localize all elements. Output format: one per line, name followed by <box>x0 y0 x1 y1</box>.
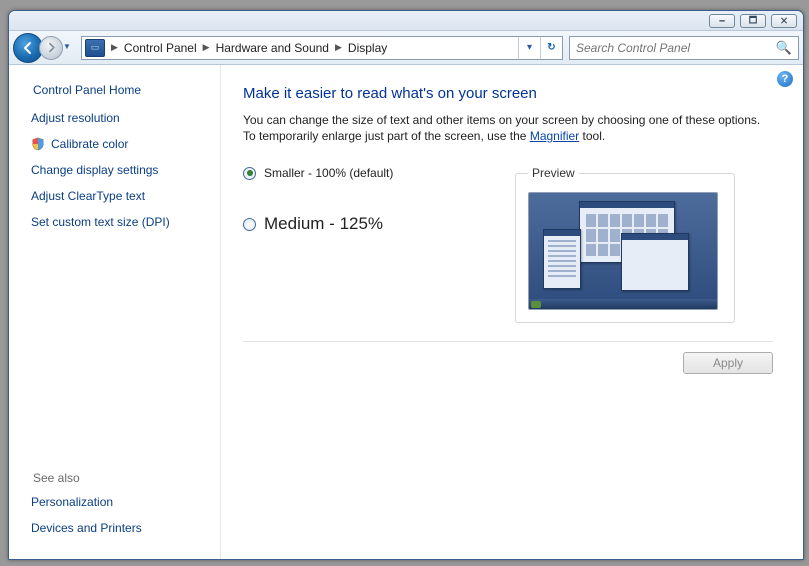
address-bar[interactable]: ▭ ▶ Control Panel ▶ Hardware and Sound ▶… <box>81 36 563 60</box>
history-dropdown[interactable]: ▼ <box>63 42 73 54</box>
forward-button[interactable] <box>39 36 63 60</box>
sidebar-link-custom-dpi[interactable]: Set custom text size (DPI) <box>31 215 204 229</box>
sidebar-link-cleartype[interactable]: Adjust ClearType text <box>31 189 204 203</box>
radio-label: Medium - 125% <box>264 214 383 234</box>
sidebar-link-adjust-resolution[interactable]: Adjust resolution <box>31 111 204 125</box>
magnifier-link[interactable]: Magnifier <box>530 129 579 143</box>
chevron-right-icon: ▶ <box>105 42 124 53</box>
maximize-button[interactable]: 🗖 <box>740 14 766 28</box>
control-panel-icon: ▭ <box>85 39 105 57</box>
see-also-personalization[interactable]: Personalization <box>31 495 204 509</box>
sidebar-home-link[interactable]: Control Panel Home <box>33 83 204 97</box>
sidebar: Control Panel Home Adjust resolution Cal… <box>9 65 221 559</box>
radio-icon <box>243 218 256 231</box>
search-input[interactable] <box>576 41 776 55</box>
radio-icon <box>243 167 256 180</box>
preview-image <box>528 192 718 310</box>
chevron-right-icon: ▶ <box>329 42 348 53</box>
refresh-button[interactable]: ↻ <box>540 37 562 59</box>
description: You can change the size of text and othe… <box>243 112 773 144</box>
control-panel-window: 🗕 🗖 🗙 ▼ ▭ ▶ Control Panel ▶ Hardware and… <box>8 10 804 560</box>
chevron-right-icon: ▶ <box>197 42 216 53</box>
preview-legend: Preview <box>528 166 579 180</box>
navbar: ▼ ▭ ▶ Control Panel ▶ Hardware and Sound… <box>9 31 803 65</box>
page-title: Make it easier to read what's on your sc… <box>243 85 773 102</box>
titlebar: 🗕 🗖 🗙 <box>9 11 803 31</box>
breadcrumb-mid[interactable]: Hardware and Sound <box>216 41 329 55</box>
radio-option-smaller[interactable]: Smaller - 100% (default) <box>243 166 513 180</box>
sidebar-link-change-display[interactable]: Change display settings <box>31 163 204 177</box>
separator <box>243 341 773 342</box>
help-icon[interactable]: ? <box>777 71 793 87</box>
see-also-heading: See also <box>33 471 204 485</box>
main-content: ? Make it easier to read what's on your … <box>221 65 803 559</box>
radio-option-medium[interactable]: Medium - 125% <box>243 214 513 234</box>
breadcrumb-leaf[interactable]: Display <box>348 41 387 55</box>
close-button[interactable]: 🗙 <box>771 14 797 28</box>
apply-button[interactable]: Apply <box>683 352 773 374</box>
radio-label: Smaller - 100% (default) <box>264 166 393 180</box>
search-box[interactable]: 🔍 <box>569 36 799 60</box>
sidebar-link-calibrate-color[interactable]: Calibrate color <box>31 137 204 151</box>
nav-buttons: ▼ <box>13 33 73 63</box>
search-icon[interactable]: 🔍 <box>776 40 792 56</box>
breadcrumb-root[interactable]: Control Panel <box>124 41 197 55</box>
preview-group: Preview <box>515 166 735 323</box>
address-dropdown[interactable]: ▾ <box>518 37 540 59</box>
see-also-devices-printers[interactable]: Devices and Printers <box>31 521 204 535</box>
minimize-button[interactable]: 🗕 <box>709 14 735 28</box>
shield-icon <box>31 137 45 151</box>
